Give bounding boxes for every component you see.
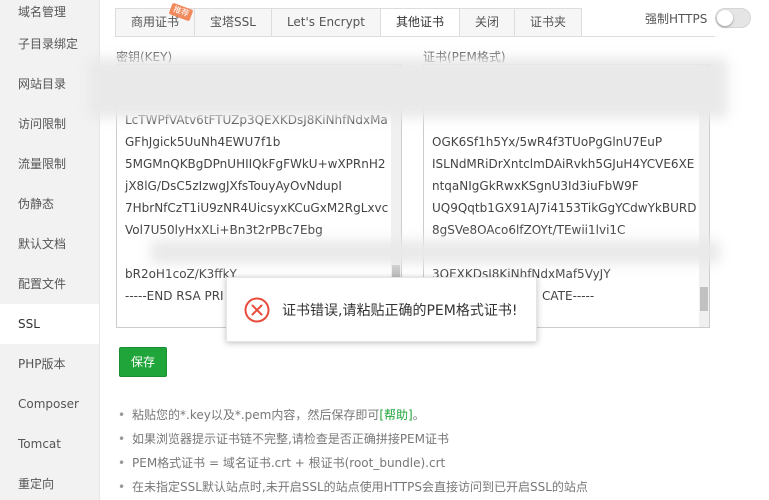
key-line: 5MGMnQKBgDPnUHIIQkFgFWkU+wXPRnH2 [125,157,386,171]
sidebar-item-composer[interactable]: Composer [0,384,99,424]
sidebar-item-php-version[interactable]: PHP版本 [0,344,99,384]
cert-line: 8gSVe8OAco6lfZOYt/TEwii1lvi1C [432,223,626,237]
sidebar-item-domain[interactable]: 域名管理 [0,0,99,24]
note-text: 粘贴您的*.key以及*.pem内容，然后保存即可 [132,408,380,422]
tab-cert-folder[interactable]: 证书夹 [515,9,581,36]
sidebar-item-subdir[interactable]: 子目录绑定 [0,24,99,64]
key-line: Vol7U50lyHxXLi+Bn3t2rPBc7Ebg [125,223,323,237]
tab-divider [115,36,715,37]
redaction-blur [88,58,728,118]
ssl-tabs: 商用证书 推荐 宝塔SSL Let's Encrypt 其他证书 关闭 证书夹 [115,2,583,37]
note-item: PEM格式证书 = 域名证书.crt + 根证书(root_bundle).cr… [118,452,758,476]
sidebar-item-config-file[interactable]: 配置文件 [0,264,99,304]
sidebar: 域名管理 子目录绑定 网站目录 访问限制 流量限制 伪静态 默认文档 配置文件 … [0,0,100,500]
help-link[interactable]: [帮助] [379,408,412,422]
tab-lets-encrypt[interactable]: Let's Encrypt [272,9,382,36]
save-button[interactable]: 保存 [119,347,167,377]
note-item: 在未指定SSL默认站点时,未开启SSL的站点使用HTTPS会直接访问到已开启SS… [118,476,758,500]
tab-commercial-cert[interactable]: 商用证书 推荐 [116,2,196,36]
cert-line: ISLNdMRiDrXntclmDAiRvkh5GJuH4YCVE6XE [432,157,695,171]
cert-line: OGK6Sf1h5Yx/5wR4f3TUoPgGlnU7EuP [432,135,663,149]
tab-bt-ssl[interactable]: 宝塔SSL [195,9,272,36]
sidebar-item-redirect[interactable]: 重定向 [0,464,99,500]
force-https-toggle[interactable] [715,8,752,28]
note-item: 如果浏览器提示证书链不完整,请检查是否正确拼接PEM证书 [118,428,758,452]
sidebar-item-default-doc[interactable]: 默认文档 [0,224,99,264]
cert-scroll-thumb[interactable] [700,287,708,311]
sidebar-item-tomcat[interactable]: Tomcat [0,424,99,464]
force-https: 强制HTTPS [645,8,752,28]
redaction-blur [150,240,720,264]
error-icon [244,297,270,322]
error-message: 证书错误,请粘贴正确的PEM格式证书! [282,302,518,319]
key-line: GFhJgick5UuNh4EWU7f1b [125,135,281,149]
help-notes: 粘贴您的*.key以及*.pem内容，然后保存即可[帮助]。 如果浏览器提示证书… [118,404,758,500]
toggle-knob [717,10,734,26]
sidebar-item-traffic-limit[interactable]: 流量限制 [0,144,99,184]
cert-line: ntqaNIgGkRwxKSgnU3Id3iuFbW9F [432,179,639,193]
sidebar-item-ssl[interactable]: SSL [0,304,99,344]
error-toast: 证书错误,请粘贴正确的PEM格式证书! [226,277,537,342]
note-text: 。 [412,408,425,422]
key-line: jX8lG/DsC5zIzwgJXfsTouyAyOvNdupI [125,179,342,193]
tab-label: 商用证书 [131,15,180,29]
force-https-label: 强制HTTPS [645,11,708,26]
sidebar-item-access-limit[interactable]: 访问限制 [0,104,99,144]
sidebar-item-rewrite[interactable]: 伪静态 [0,184,99,224]
note-item: 粘贴您的*.key以及*.pem内容，然后保存即可[帮助]。 [118,404,758,428]
cert-line: UQ9Qqtb1GX91AJ7i4153TikGgYCdwYkBURD [432,201,697,215]
tab-close[interactable]: 关闭 [460,9,516,36]
sidebar-item-site-dir[interactable]: 网站目录 [0,64,99,104]
key-line: 7HbrNfCzT1iU9zNR4UicsyxKCuGxM2RgLxvc [125,201,389,215]
tab-other-cert[interactable]: 其他证书 [381,9,461,37]
